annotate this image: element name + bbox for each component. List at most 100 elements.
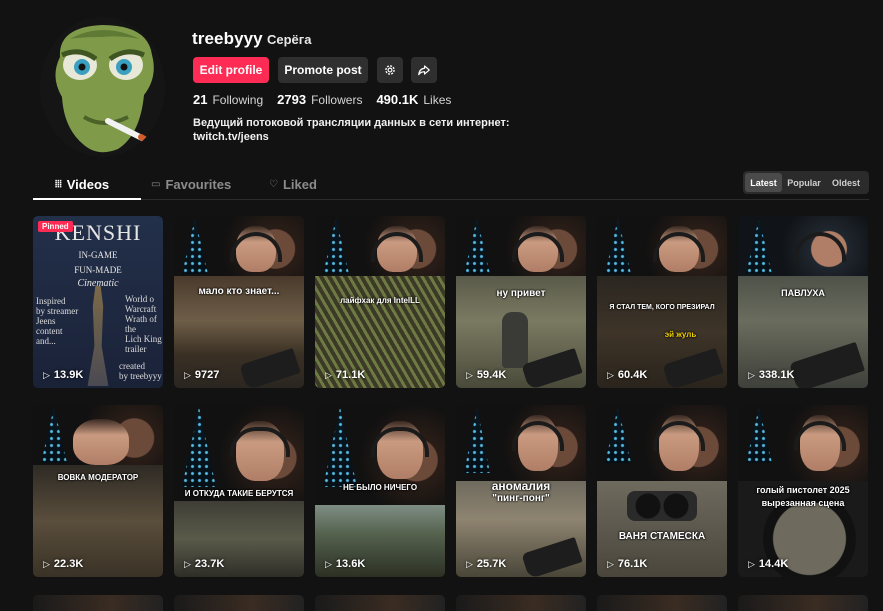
followers-count: 2793: [277, 92, 307, 107]
video-card[interactable]: аномалия "пинг-понг" ▷ 25.7K: [456, 405, 586, 577]
view-count: ▷ 25.7K: [466, 558, 506, 570]
video-card[interactable]: мало кто знает... ▷ 9727: [174, 216, 304, 388]
video-caption: И ОТКУДА ТАКИЕ БЕРУТСЯ: [184, 489, 294, 498]
view-count: ▷ 13.6K: [325, 558, 365, 570]
following-stat[interactable]: 21 Following: [193, 92, 263, 107]
video-card[interactable]: Я СТАЛ ТЕМ, КОГО ПРЕЗИРАЛ эй жуль ▷ 60.4K: [597, 216, 727, 388]
video-thumbnail: [174, 405, 304, 501]
video-subtitle: FUN-MADE: [74, 265, 122, 275]
play-icon: ▷: [184, 558, 191, 569]
play-icon: ▷: [607, 558, 614, 569]
sort-latest[interactable]: Latest: [745, 173, 782, 192]
view-count: ▷ 71.1K: [325, 369, 365, 381]
video-card[interactable]: ну привет ▷ 59.4K: [456, 216, 586, 388]
view-count: ▷ 14.4K: [748, 558, 788, 570]
tree-image: [182, 218, 208, 274]
tab-favourites-label: Favourites: [165, 177, 232, 192]
video-card[interactable]: ПАВЛУХА ▷ 338.1K: [738, 216, 868, 388]
text-line: Inspired: [36, 296, 66, 306]
video-caption: аномалия: [491, 479, 551, 493]
profile-bio: Ведущий потоковой трансляции данных в се…: [193, 116, 510, 144]
promote-post-button[interactable]: Promote post: [278, 57, 368, 83]
sort-toggle: Latest Popular Oldest: [743, 171, 869, 194]
play-icon: ▷: [607, 369, 614, 380]
avatar-image: [40, 17, 165, 157]
tab-liked[interactable]: ♡ Liked: [269, 177, 317, 192]
view-count: ▷ 60.4K: [607, 369, 647, 381]
text-line: trailer: [125, 344, 147, 354]
tab-videos-label: Videos: [66, 177, 110, 192]
tree-image: [323, 218, 349, 274]
sort-oldest[interactable]: Oldest: [826, 173, 866, 192]
tree-image: [464, 407, 490, 473]
headphones-image: [794, 232, 846, 262]
video-caption: лайфхак для IntelLL: [340, 296, 420, 305]
video-card[interactable]: ВОВКА МОДЕРАТОР ▷ 22.3K: [33, 405, 163, 577]
play-icon: ▷: [325, 558, 332, 569]
video-card[interactable]: НЕ БЫЛО НИЧЕГО ▷ 13.6K: [315, 405, 445, 577]
tab-liked-label: Liked: [282, 177, 317, 192]
text-line: created: [119, 361, 145, 371]
video-thumbnail: KENSHI IN-GAME FUN-MADE Cinematic Inspir…: [33, 216, 163, 388]
likes-count: 490.1K: [376, 92, 419, 107]
tree-image: [41, 407, 67, 463]
video-card[interactable]: лайфхак для IntelLL ▷ 71.1K: [315, 216, 445, 388]
tab-videos[interactable]: ⦙⦙⦙ Videos: [55, 177, 109, 192]
text-line: Warcraft: [125, 304, 157, 314]
tree-image: [605, 218, 631, 274]
share-button[interactable]: [411, 57, 437, 83]
video-caption: НЕ БЫЛО НИЧЕГО: [342, 483, 418, 492]
video-side-text: World o Warcraft Wrath of the Lich King …: [125, 294, 162, 354]
followers-stat[interactable]: 2793 Followers: [277, 92, 362, 107]
likes-stat: 490.1K Likes: [376, 92, 451, 107]
tree-image: [746, 218, 772, 274]
tree-image: [605, 407, 631, 463]
video-card[interactable]: голый пистолет 2025 вырезанная сцена ▷ 14…: [738, 405, 868, 577]
view-count-value: 25.7K: [476, 558, 507, 570]
video-thumbnail: [315, 216, 445, 276]
sort-popular[interactable]: Popular: [782, 173, 826, 192]
view-count-value: 60.4K: [617, 369, 648, 381]
text-line: and...: [36, 336, 56, 346]
video-caption: Я СТАЛ ТЕМ, КОГО ПРЕЗИРАЛ: [609, 304, 715, 311]
video-card-partial[interactable]: [738, 595, 868, 611]
edit-profile-button[interactable]: Edit profile: [193, 57, 269, 83]
video-card-partial[interactable]: [315, 595, 445, 611]
view-count: ▷ 9727: [184, 369, 219, 381]
bio-link[interactable]: twitch.tv/jeens: [193, 130, 510, 144]
grid-icon: ⦙⦙⦙: [55, 179, 62, 190]
play-icon: ▷: [184, 369, 191, 380]
video-thumbnail: [33, 405, 163, 465]
video-card-partial[interactable]: [456, 595, 586, 611]
video-card-partial[interactable]: [33, 595, 163, 611]
video-card-partial[interactable]: [597, 595, 727, 611]
play-icon: ▷: [748, 558, 755, 569]
video-caption-secondary: вырезанная сцена: [761, 498, 845, 508]
text-line: content: [36, 326, 63, 336]
video-thumbnail: [174, 216, 304, 276]
heart-icon: ♡: [269, 179, 278, 190]
gear-icon: [385, 65, 395, 75]
video-card-partial[interactable]: [174, 595, 304, 611]
bio-text: Ведущий потоковой трансляции данных в се…: [193, 117, 510, 129]
video-card[interactable]: KENSHI IN-GAME FUN-MADE Cinematic Inspir…: [33, 216, 163, 388]
view-count-value: 71.1K: [335, 369, 366, 381]
streamer-image: [73, 419, 129, 465]
tab-favourites[interactable]: ▭ Favourites: [151, 177, 231, 192]
avatar[interactable]: [40, 17, 165, 157]
binoculars-image: [627, 491, 697, 521]
video-card[interactable]: И ОТКУДА ТАКИЕ БЕРУТСЯ ▷ 23.7K: [174, 405, 304, 577]
settings-button[interactable]: [377, 57, 403, 83]
profile-nickname: Серёга: [267, 32, 312, 47]
view-count-value: 338.1K: [758, 369, 795, 381]
likes-label: Likes: [423, 93, 452, 107]
play-icon: ▷: [466, 369, 473, 380]
video-card[interactable]: ВАНЯ СТАМЕСКА ▷ 76.1K: [597, 405, 727, 577]
active-tab-indicator: [33, 198, 141, 200]
stalker-image: [502, 312, 528, 368]
following-label: Following: [212, 93, 264, 107]
play-icon: ▷: [325, 369, 332, 380]
text-line: Wrath of: [125, 314, 157, 324]
text-line: Jeens: [36, 316, 56, 326]
following-count: 21: [193, 92, 208, 107]
